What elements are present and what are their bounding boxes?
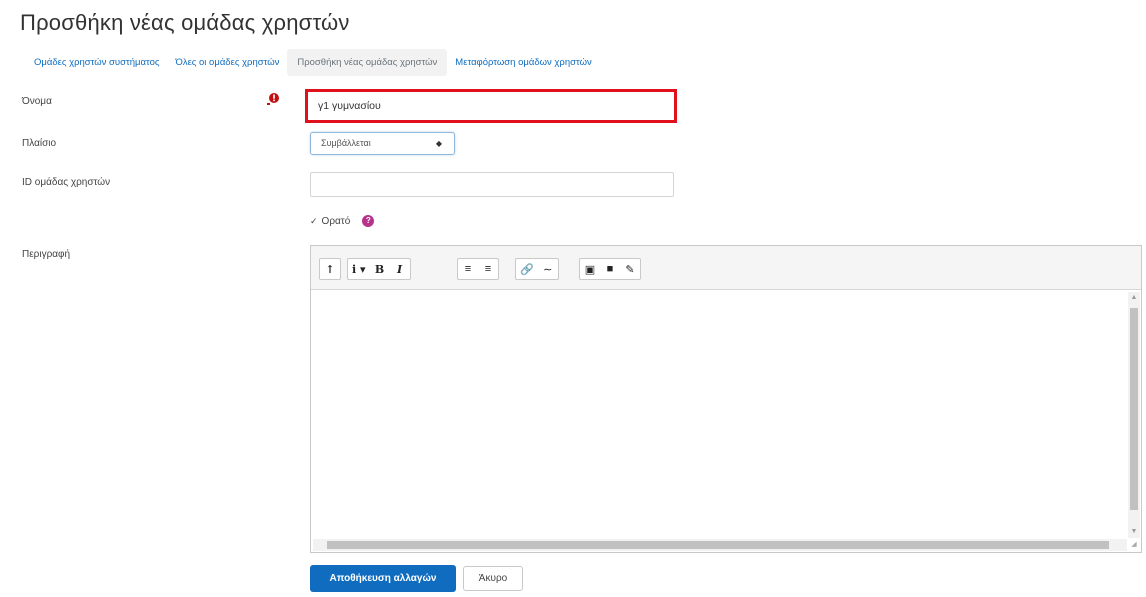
context-select-value: Συμβάλλεται [321, 138, 371, 148]
idnumber-input[interactable] [310, 172, 674, 197]
tab-add-new-cohort[interactable]: Προσθήκη νέας ομάδας χρηστών [287, 48, 448, 76]
image-icon[interactable]: ▣ [580, 259, 600, 279]
editor-toolbar: ↑ i ▾ B I ≡ ≡ 🔗 ∼ ▣ ■ ✎ [311, 246, 1141, 290]
resize-handle-icon[interactable]: ◢ [1128, 539, 1140, 551]
visible-label: Ορατό [321, 215, 351, 227]
save-changes-button[interactable]: Αποθήκευση αλλαγών [310, 565, 456, 592]
scroll-up-icon[interactable]: ▲ [1128, 292, 1140, 304]
italic-icon[interactable]: I [390, 259, 410, 279]
paragraph-style-icon[interactable]: i ▾ [348, 259, 370, 279]
name-input[interactable]: γ1 γυμνασίου [305, 89, 677, 123]
unlink-icon[interactable]: ∼ [538, 259, 558, 279]
toolbar-group-media: ▣ ■ ✎ [579, 258, 641, 280]
scroll-down-icon[interactable]: ▼ [1128, 526, 1140, 538]
required-icon [267, 93, 279, 105]
toolbar-group-links: 🔗 ∼ [515, 258, 559, 280]
ordered-list-icon[interactable]: ≡ [478, 259, 498, 279]
toolbar-group-collapse: ↑ [319, 258, 341, 280]
idnumber-label: ID ομάδας χρηστών [22, 177, 111, 188]
video-icon[interactable]: ■ [600, 259, 620, 279]
bold-icon[interactable]: B [370, 259, 390, 279]
horizontal-scrollbar[interactable] [313, 539, 1127, 551]
caret-updown-icon: ◆ [435, 139, 442, 148]
context-label: Πλαίσιο [22, 138, 57, 149]
horizontal-scroll-thumb[interactable] [327, 541, 1109, 549]
question-circle-icon[interactable]: ? [362, 215, 375, 227]
description-editor: ↑ i ▾ B I ≡ ≡ 🔗 ∼ ▣ ■ ✎ ▲ ▼ ◢ [310, 245, 1142, 553]
tab-all-cohorts[interactable]: Όλες οι ομάδες χρηστών [167, 50, 287, 75]
page-title: Προσθήκη νέας ομάδας χρηστών [20, 10, 350, 35]
visible-checkbox[interactable]: ✓ [310, 216, 318, 227]
cancel-button[interactable]: Άκυρο [463, 566, 523, 591]
toolbar-group-lists: ≡ ≡ [457, 258, 499, 280]
toolbar-group-format: i ▾ B I [347, 258, 411, 280]
tab-system-cohorts[interactable]: Ομάδες χρηστών συστήματος [28, 50, 167, 75]
description-label: Περιγραφή [22, 249, 71, 260]
tab-upload-cohorts[interactable]: Μεταφόρτωση ομάδων χρηστών [447, 50, 599, 75]
unordered-list-icon[interactable]: ≡ [458, 259, 478, 279]
collapse-toolbar-icon[interactable]: ↑ [320, 259, 340, 279]
context-select[interactable]: Συμβάλλεται ◆ [310, 132, 455, 155]
name-label: Όνομα [22, 96, 52, 107]
visible-checkbox-row: ✓ Ορατό ? [310, 215, 375, 227]
editor-content-area[interactable] [313, 292, 1127, 538]
link-icon[interactable]: 🔗 [516, 259, 538, 279]
vertical-scroll-thumb[interactable] [1130, 308, 1138, 510]
manage-files-icon[interactable]: ✎ [620, 259, 640, 279]
tab-bar: Ομάδες χρηστών συστήματος Όλες οι ομάδες… [28, 47, 600, 77]
vertical-scrollbar[interactable]: ▲ ▼ [1128, 292, 1140, 538]
